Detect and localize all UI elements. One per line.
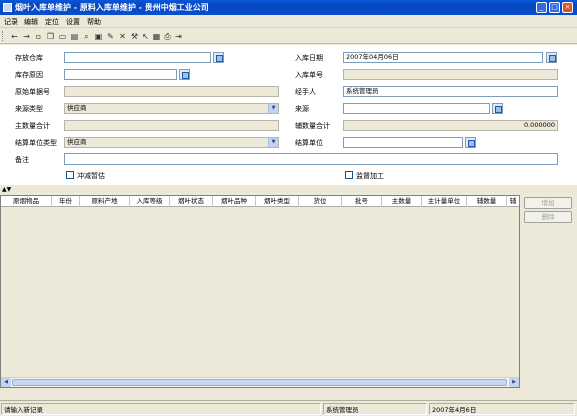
horizontal-scrollbar[interactable]: ◀ ▶	[1, 377, 519, 387]
splitter[interactable]: ▲▼	[0, 185, 577, 195]
menu-locate[interactable]: 定位	[45, 17, 59, 27]
exit-icon[interactable]: ⇥	[173, 31, 184, 42]
col-leaf-type[interactable]: 烟叶类型	[256, 196, 299, 207]
source-field[interactable]	[343, 103, 490, 114]
header-form: 存放仓库 入库日期 2007年04月06日 库存原因 入库单号 原始单据号 经手…	[0, 45, 577, 185]
arrow-right-icon[interactable]: →	[21, 31, 32, 42]
storage-no-field	[343, 69, 558, 80]
source-no-label: 原始单据号	[15, 88, 50, 96]
arrow-left-icon[interactable]: ←	[9, 31, 20, 42]
col-aux[interactable]: 辅	[507, 196, 519, 207]
settle-type-select[interactable]: 供应商 ▼	[64, 137, 279, 148]
search-icon[interactable]: ⌕	[81, 31, 92, 42]
delete-icon[interactable]: ✕	[117, 31, 128, 42]
handler-label: 经手人	[295, 88, 316, 96]
storage-reason-label: 库存原因	[15, 71, 43, 79]
storage-reason-field[interactable]	[64, 69, 177, 80]
source-label: 来源	[295, 105, 309, 113]
add-row-button[interactable]: 增加	[524, 197, 572, 209]
source-no-field	[64, 86, 279, 97]
detail-grid[interactable]: 原烟物品 年份 原料产地 入库等级 烟叶状态 烟叶品种 烟叶类型 货位 批号 主…	[0, 195, 520, 388]
tools-icon[interactable]: ⚒	[129, 31, 140, 42]
menu-edit[interactable]: 编辑	[24, 17, 38, 27]
col-raw-item[interactable]: 原烟物品	[1, 196, 52, 207]
settle-type-value: 供应商	[67, 138, 87, 146]
col-leaf-variety[interactable]: 烟叶品种	[213, 196, 256, 207]
storage-no-label: 入库单号	[295, 71, 323, 79]
delete-row-button[interactable]: 删除	[524, 211, 572, 223]
settle-unit-label: 结算单位	[295, 139, 323, 147]
pointer-icon[interactable]: ↖	[140, 31, 151, 42]
col-leaf-status[interactable]: 烟叶状态	[170, 196, 213, 207]
app-icon	[3, 3, 12, 12]
menu-bar: 记录 编辑 定位 设置 帮助	[0, 15, 577, 28]
edit-icon[interactable]: ✎	[105, 31, 116, 42]
scroll-right-icon[interactable]: ▶	[509, 378, 519, 387]
calendar-picker-button[interactable]	[546, 52, 557, 63]
menu-help[interactable]: 帮助	[87, 17, 101, 27]
col-main-qty[interactable]: 主数量	[382, 196, 422, 207]
processing-checkbox[interactable]	[345, 171, 353, 179]
source-type-label: 来源类型	[15, 105, 43, 113]
col-location[interactable]: 货位	[299, 196, 342, 207]
save-icon[interactable]: ▣	[93, 31, 104, 42]
print-icon[interactable]: ⎙	[162, 31, 173, 42]
warehouse-picker-button[interactable]	[213, 52, 224, 63]
col-main-unit[interactable]: 主计量单位	[422, 196, 467, 207]
chevron-down-icon[interactable]: ▼	[268, 104, 278, 113]
minimize-button[interactable]: _	[536, 2, 547, 13]
menu-settings[interactable]: 设置	[66, 17, 80, 27]
status-message: 请输入新记录	[1, 403, 321, 415]
scroll-left-icon[interactable]: ◀	[1, 378, 11, 387]
settle-unit-field[interactable]	[343, 137, 463, 148]
storage-date-field[interactable]: 2007年04月06日	[343, 52, 543, 63]
folder-icon[interactable]: ▭	[57, 31, 68, 42]
col-origin[interactable]: 原料产地	[80, 196, 130, 207]
warehouse-field[interactable]	[64, 52, 211, 63]
window-title: 烟叶入库单维护 - 原料入库单维护 - 贵州中烟工业公司	[15, 3, 209, 12]
copy-icon[interactable]: ❐	[45, 31, 56, 42]
status-date: 2007年4月6日	[429, 403, 575, 415]
status-bar: 请输入新记录 系统管理员 2007年4月6日	[0, 400, 577, 416]
toolbar: ← → ▫ ❐ ▭ ▤ ⌕ ▣ ✎ ✕ ⚒ ↖ ▦ ⎙ ⇥	[0, 29, 577, 44]
processing-label: 监督加工	[356, 172, 384, 180]
paste-icon[interactable]: ▦	[151, 31, 162, 42]
writeoff-label: 冲减暂估	[77, 172, 105, 180]
aux-qty-field: 0.000000	[343, 120, 558, 131]
maximize-button[interactable]: □	[549, 2, 560, 13]
storage-reason-picker-button[interactable]	[179, 69, 190, 80]
source-type-select[interactable]: 供应商 ▼	[64, 103, 279, 114]
grid-header: 原烟物品 年份 原料产地 入库等级 烟叶状态 烟叶品种 烟叶类型 货位 批号 主…	[1, 196, 519, 207]
toolbar-grip	[2, 31, 5, 41]
main-qty-label: 主数量合计	[15, 122, 50, 130]
remark-field[interactable]	[64, 153, 558, 165]
col-batch[interactable]: 批号	[342, 196, 382, 207]
col-grade[interactable]: 入库等级	[130, 196, 170, 207]
aux-qty-label: 辅数量合计	[295, 122, 330, 130]
menu-record[interactable]: 记录	[4, 17, 18, 27]
settle-unit-picker-button[interactable]	[465, 137, 476, 148]
writeoff-checkbox[interactable]	[66, 171, 74, 179]
title-bar: 烟叶入库单维护 - 原料入库单维护 - 贵州中烟工业公司 _ □ ×	[0, 0, 577, 15]
source-picker-button[interactable]	[492, 103, 503, 114]
new-icon[interactable]: ▫	[33, 31, 44, 42]
main-qty-field	[64, 120, 279, 131]
collapse-arrows-icon[interactable]: ▲▼	[2, 186, 11, 193]
source-type-value: 供应商	[67, 104, 87, 112]
chevron-down-icon[interactable]: ▼	[268, 138, 278, 147]
close-button[interactable]: ×	[562, 2, 573, 13]
col-aux-qty[interactable]: 辅数量	[467, 196, 507, 207]
storage-date-label: 入库日期	[295, 54, 323, 62]
remark-label: 备注	[15, 156, 29, 164]
open-icon[interactable]: ▤	[69, 31, 80, 42]
handler-field[interactable]: 系统管理员	[343, 86, 558, 97]
warehouse-label: 存放仓库	[15, 54, 43, 62]
col-year[interactable]: 年份	[52, 196, 80, 207]
settle-type-label: 结算单位类型	[15, 139, 57, 147]
scroll-thumb[interactable]	[12, 379, 507, 386]
status-user: 系统管理员	[323, 403, 427, 415]
